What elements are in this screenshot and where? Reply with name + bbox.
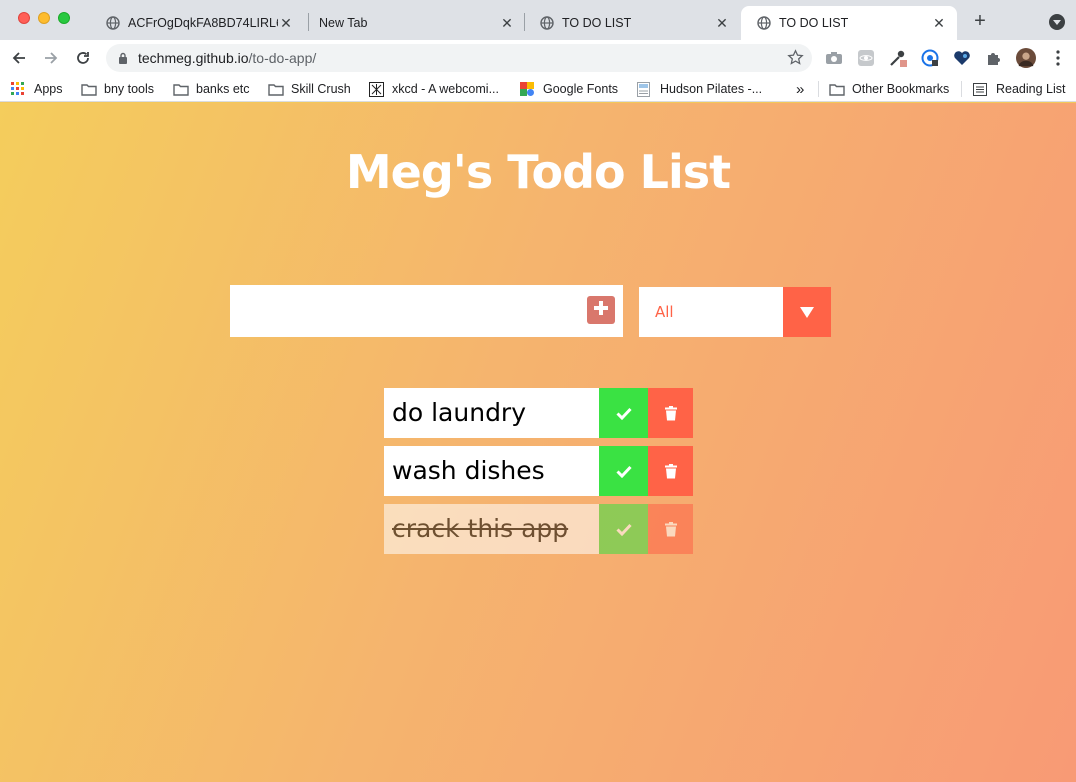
filter-select[interactable]: All	[639, 287, 831, 337]
add-todo-button[interactable]	[587, 296, 615, 324]
folder-icon	[268, 82, 284, 96]
todo-item: wash dishes	[384, 446, 693, 496]
complete-button[interactable]	[599, 446, 648, 496]
profile-avatar[interactable]	[1016, 48, 1036, 68]
new-tab-button[interactable]: +	[969, 11, 991, 33]
tab-close-icon[interactable]: ✕	[278, 15, 294, 32]
google-fonts-icon	[520, 82, 536, 96]
lock-icon	[118, 52, 128, 64]
address-bar[interactable]: techmeg.github.io/to-do-app/	[106, 44, 812, 72]
globe-icon	[540, 16, 554, 30]
complete-button[interactable]	[599, 388, 648, 438]
eyedropper-icon[interactable]	[888, 48, 908, 68]
todo-item-completed: crack this app	[384, 504, 693, 554]
url-path: /to-do-app/	[248, 50, 317, 66]
heart-extension-icon[interactable]	[952, 48, 972, 68]
complete-button[interactable]	[599, 504, 648, 554]
forward-arrow-icon[interactable]	[41, 48, 61, 68]
globe-icon	[106, 16, 120, 30]
bookmark-folder-bny-tools[interactable]: bny tools	[81, 80, 154, 98]
bookmark-label: Hudson Pilates -...	[660, 82, 763, 96]
bookmark-hudson-pilates[interactable]: Hudson Pilates -...	[637, 80, 762, 98]
reload-icon[interactable]	[73, 48, 93, 68]
camera-icon[interactable]	[824, 48, 844, 68]
bookmark-label: Reading List	[996, 82, 1066, 96]
bookmark-label: bny tools	[104, 82, 155, 96]
bookmark-label: Other Bookmarks	[852, 82, 950, 96]
tab-strip: ACFrOgDqkFA8BD74LIRL6 ✕ New Tab ✕ TO DO …	[0, 0, 1076, 40]
window-close-button[interactable]	[18, 12, 30, 24]
bookmark-apps[interactable]: Apps	[11, 80, 63, 98]
xkcd-icon	[369, 81, 385, 97]
todo-item: do laundry	[384, 388, 693, 438]
bookmark-xkcd[interactable]: xkcd - A webcomi...	[369, 80, 499, 98]
react-devtools-icon[interactable]	[856, 48, 876, 68]
tab-close-icon[interactable]: ✕	[931, 15, 947, 32]
page-content: Meg's Todo List All do laundry wash dish…	[0, 103, 1076, 782]
bookmark-google-fonts[interactable]: Google Fonts	[520, 80, 618, 98]
tab-2[interactable]: New Tab ✕	[303, 6, 525, 40]
tab-title: TO DO LIST	[779, 16, 849, 30]
todo-text: crack this app	[392, 514, 569, 543]
delete-button[interactable]	[648, 388, 693, 438]
bookmarks-bar: Apps bny tools banks etc Skill Crush xkc…	[0, 76, 1076, 102]
window-zoom-button[interactable]	[58, 12, 70, 24]
menu-kebab-icon[interactable]	[1048, 48, 1068, 68]
plus-icon	[593, 300, 609, 321]
tab-3[interactable]: TO DO LIST ✕	[524, 6, 740, 40]
bookmark-separator	[961, 81, 962, 97]
trash-icon	[664, 521, 677, 536]
bookmark-label: Google Fonts	[543, 82, 619, 96]
browser-toolbar: techmeg.github.io/to-do-app/	[0, 40, 1076, 76]
todo-text: wash dishes	[392, 456, 545, 485]
filter-selected-value: All	[655, 303, 674, 321]
tab-close-icon[interactable]: ✕	[714, 15, 730, 32]
tab-close-icon[interactable]: ✕	[499, 15, 515, 32]
bookmarks-overflow-button[interactable]: »	[796, 80, 804, 98]
tab-title: New Tab	[319, 16, 368, 30]
page-icon	[637, 81, 653, 97]
reading-list-icon	[973, 82, 989, 96]
dropdown-arrow-icon[interactable]	[783, 287, 831, 337]
password-manager-icon[interactable]	[920, 48, 940, 68]
delete-button[interactable]	[648, 504, 693, 554]
check-icon	[615, 465, 632, 478]
reading-list-button[interactable]: Reading List	[973, 80, 1066, 98]
bookmark-folder-banks[interactable]: banks etc	[173, 80, 250, 98]
extensions-puzzle-icon[interactable]	[984, 48, 1004, 68]
url-host: techmeg.github.io	[138, 50, 249, 66]
bookmark-label: banks etc	[196, 82, 250, 96]
window-minimize-button[interactable]	[38, 12, 50, 24]
tab-4-active[interactable]: TO DO LIST ✕	[741, 6, 957, 40]
tab-title: ACFrOgDqkFA8BD74LIRL6	[128, 16, 278, 30]
todo-input[interactable]	[230, 285, 580, 337]
bookmark-folder-skill-crush[interactable]: Skill Crush	[268, 80, 351, 98]
bookmark-separator	[818, 81, 819, 97]
trash-icon	[664, 405, 677, 420]
back-arrow-icon[interactable]	[9, 48, 29, 68]
tab-1[interactable]: ACFrOgDqkFA8BD74LIRL6 ✕	[90, 6, 304, 40]
bookmark-label: Apps	[34, 82, 63, 96]
folder-icon	[829, 82, 845, 96]
tab-title: TO DO LIST	[562, 16, 632, 30]
delete-button[interactable]	[648, 446, 693, 496]
bookmark-label: Skill Crush	[291, 82, 351, 96]
check-icon	[615, 407, 632, 420]
bookmark-other-bookmarks[interactable]: Other Bookmarks	[829, 80, 949, 98]
todo-list: do laundry wash dishes crack this app	[384, 388, 693, 562]
bookmark-star-icon[interactable]	[787, 49, 804, 69]
page-title: Meg's Todo List	[345, 145, 731, 199]
todo-form	[230, 285, 623, 337]
todo-text: do laundry	[392, 398, 527, 427]
folder-icon	[173, 82, 189, 96]
trash-icon	[664, 463, 677, 478]
folder-icon	[81, 82, 97, 96]
tab-search-icon[interactable]	[1049, 14, 1065, 30]
bookmark-label: xkcd - A webcomi...	[392, 82, 499, 96]
check-icon	[615, 523, 632, 536]
globe-icon	[757, 16, 771, 30]
apps-grid-icon	[11, 82, 27, 96]
